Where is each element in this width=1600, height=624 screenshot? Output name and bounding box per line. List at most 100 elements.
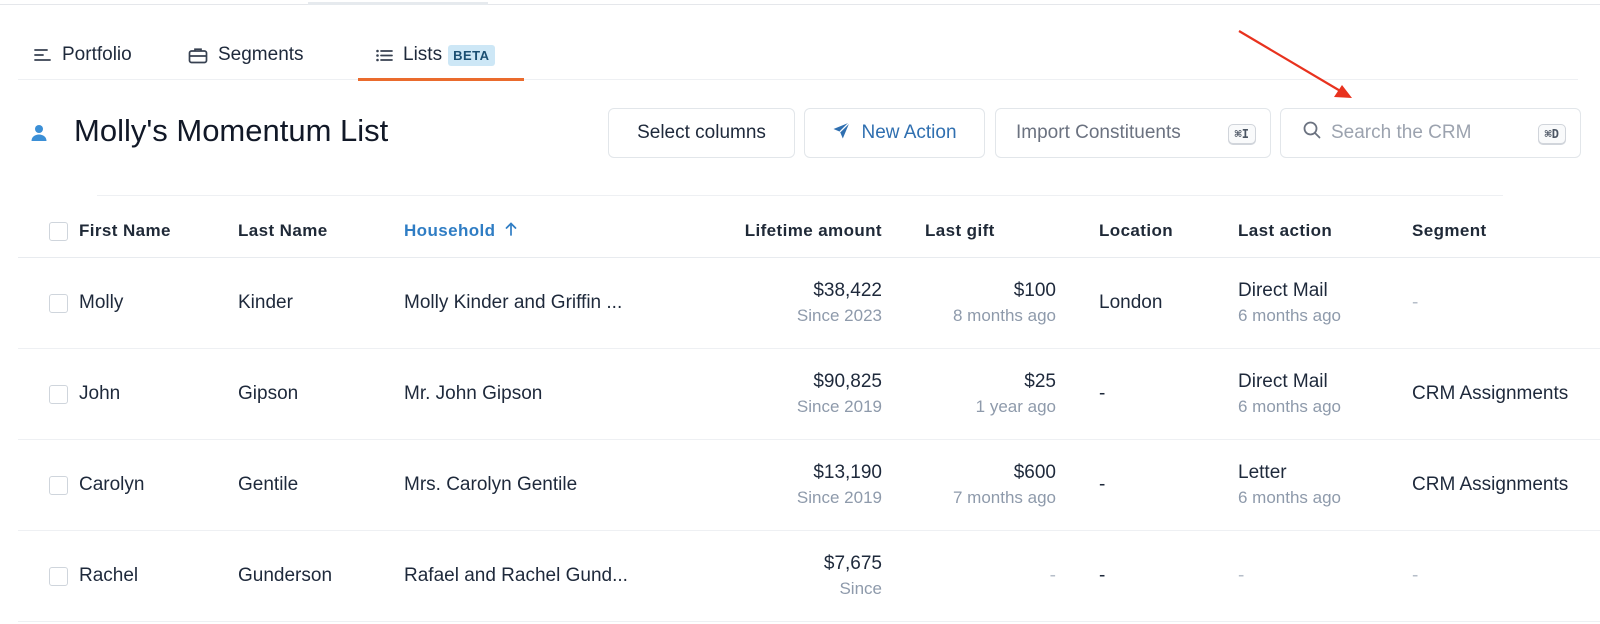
- action-when: 6 months ago: [1238, 306, 1342, 325]
- tab-lists[interactable]: Lists BETA: [358, 30, 524, 81]
- gift-value: $25: [1024, 371, 1056, 392]
- lifetime-value: $38,422: [813, 280, 882, 301]
- lifetime-since: Since 2023: [796, 306, 882, 325]
- top-accent: [308, 2, 488, 5]
- top-border: [0, 4, 1600, 5]
- page-title: Molly's Momentum List: [74, 113, 389, 148]
- cell-household: Molly Kinder and Griffin ...: [404, 292, 623, 313]
- lifetime-value: $13,190: [813, 462, 882, 483]
- cell-first-name: Molly: [79, 292, 124, 313]
- beta-badge: BETA: [448, 44, 495, 66]
- row-checkbox[interactable]: [49, 476, 68, 495]
- header-divider: [97, 195, 1503, 196]
- tab-portfolio-label: Portfolio: [62, 44, 132, 65]
- gift-when: 1 year ago: [975, 397, 1056, 416]
- column-location[interactable]: Location: [1099, 221, 1173, 241]
- cell-lifetime-amount: $13,190 Since 2019: [797, 462, 882, 508]
- search-placeholder: Search the CRM: [1331, 122, 1472, 143]
- text-align-icon: [34, 48, 52, 62]
- gift-when: 8 months ago: [952, 306, 1056, 325]
- cell-household: Rafael and Rachel Gund...: [404, 565, 628, 586]
- tab-segments-label: Segments: [218, 44, 304, 65]
- table-row[interactable]: Molly Kinder Molly Kinder and Griffin ..…: [18, 258, 1600, 349]
- new-action-button[interactable]: New Action: [804, 108, 985, 158]
- lifetime-since: Since 2019: [796, 397, 882, 416]
- new-action-label: New Action: [861, 122, 957, 143]
- cell-segment: -: [1412, 292, 1419, 313]
- column-lifetime-amount[interactable]: Lifetime amount: [745, 221, 882, 241]
- action-when: 6 months ago: [1238, 397, 1342, 416]
- cell-lifetime-amount: $90,825 Since 2019: [797, 371, 882, 417]
- search-icon: [1303, 121, 1321, 145]
- action-value: Letter: [1238, 462, 1287, 483]
- cell-household: Mrs. Carolyn Gentile: [404, 474, 578, 495]
- column-last-action[interactable]: Last action: [1238, 221, 1332, 241]
- column-household-label: Household: [404, 221, 496, 240]
- cell-segment: -: [1412, 565, 1419, 586]
- import-shortcut-badge: ⌘I: [1227, 124, 1256, 144]
- cell-household: Mr. John Gipson: [404, 383, 543, 404]
- cell-last-action: -: [1238, 565, 1245, 586]
- row-checkbox[interactable]: [49, 567, 68, 586]
- cell-segment: CRM Assignments: [1412, 474, 1569, 495]
- lifetime-since: Since 2019: [796, 488, 882, 507]
- cell-first-name: Rachel: [79, 565, 139, 586]
- briefcase-icon: [188, 47, 208, 64]
- sort-ascending-icon: [505, 221, 517, 241]
- cell-segment: CRM Assignments: [1412, 383, 1569, 404]
- cell-location: -: [1099, 565, 1106, 586]
- action-when: 6 months ago: [1238, 488, 1342, 507]
- cell-last-action: Direct Mail 6 months ago: [1238, 280, 1341, 326]
- lifetime-value: $90,825: [813, 371, 882, 392]
- cell-last-name: Gipson: [238, 383, 299, 404]
- cell-lifetime-amount: $7,675 Since: [824, 553, 882, 599]
- select-columns-button[interactable]: Select columns: [608, 108, 795, 158]
- cell-lifetime-amount: $38,422 Since 2023: [797, 280, 882, 326]
- column-household[interactable]: Household: [404, 221, 517, 241]
- search-input[interactable]: Search the CRM ⌘D: [1280, 108, 1581, 158]
- column-last-name[interactable]: Last Name: [238, 221, 328, 241]
- cell-last-action: Letter 6 months ago: [1238, 462, 1341, 508]
- cell-last-gift: $600 7 months ago: [953, 462, 1056, 508]
- cell-last-gift: -: [1049, 565, 1056, 586]
- lifetime-since: Since: [839, 579, 882, 598]
- search-shortcut-badge: ⌘D: [1537, 124, 1566, 144]
- list-icon: [376, 49, 393, 62]
- import-constituents-button[interactable]: Import Constituents ⌘I: [995, 108, 1271, 158]
- cell-first-name: John: [79, 383, 121, 404]
- lifetime-value: $7,675: [823, 553, 882, 574]
- action-value: Direct Mail: [1238, 371, 1328, 392]
- cell-last-name: Gunderson: [238, 565, 333, 586]
- column-last-gift[interactable]: Last gift: [925, 221, 995, 241]
- cell-last-action: Direct Mail 6 months ago: [1238, 371, 1341, 417]
- action-value: Direct Mail: [1238, 280, 1328, 301]
- tab-portfolio[interactable]: Portfolio: [34, 30, 132, 80]
- import-label: Import Constituents: [1016, 122, 1181, 143]
- row-checkbox[interactable]: [49, 294, 68, 313]
- table-header: First Name Last Name Household Lifetime …: [18, 206, 1600, 258]
- cell-last-name: Kinder: [238, 292, 293, 313]
- table-row[interactable]: Carolyn Gentile Mrs. Carolyn Gentile $13…: [18, 440, 1600, 531]
- select-columns-label: Select columns: [637, 122, 766, 143]
- gift-value: $600: [1013, 462, 1056, 483]
- gift-when: 7 months ago: [952, 488, 1056, 507]
- constituents-table: First Name Last Name Household Lifetime …: [18, 206, 1600, 622]
- column-segment[interactable]: Segment: [1412, 221, 1487, 241]
- cell-last-gift: $25 1 year ago: [976, 371, 1056, 417]
- gift-value: $100: [1013, 280, 1056, 301]
- cell-first-name: Carolyn: [79, 474, 145, 495]
- table-row[interactable]: Rachel Gunderson Rafael and Rachel Gund.…: [18, 531, 1600, 622]
- person-icon: [30, 124, 48, 147]
- cell-last-name: Gentile: [238, 474, 299, 495]
- annotation-arrow-icon: [1238, 30, 1352, 98]
- cell-location: London: [1099, 292, 1163, 313]
- cell-location: -: [1099, 474, 1106, 495]
- tab-lists-label: Lists: [403, 44, 443, 65]
- send-icon: [832, 121, 851, 146]
- row-checkbox[interactable]: [49, 385, 68, 404]
- table-row[interactable]: John Gipson Mr. John Gipson $90,825 Sinc…: [18, 349, 1600, 440]
- select-all-checkbox[interactable]: [49, 222, 68, 241]
- column-first-name[interactable]: First Name: [79, 221, 171, 241]
- cell-last-gift: $100 8 months ago: [953, 280, 1056, 326]
- tab-segments[interactable]: Segments: [188, 30, 304, 80]
